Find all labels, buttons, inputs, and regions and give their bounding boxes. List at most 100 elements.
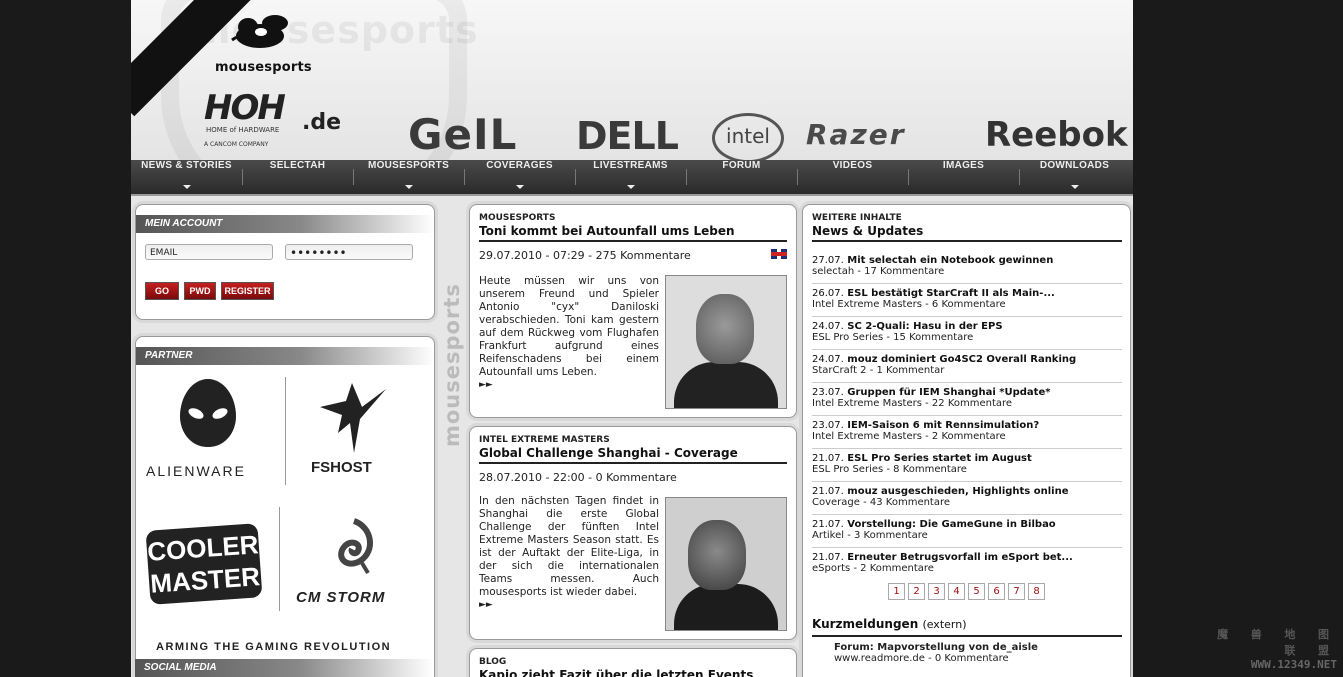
news-title[interactable]: Erneuter Betrugsvorfall im eSport bet... xyxy=(847,552,1073,563)
news-title[interactable]: IEM-Saison 6 mit Rennsimulation? xyxy=(847,420,1039,431)
page-button-5[interactable]: 5 xyxy=(968,583,985,600)
news-updates-box: WEITERE INHALTE News & Updates 27.07. Mi… xyxy=(802,204,1131,677)
kurz-item-title[interactable]: Forum: Mapvorstellung von de_aisle xyxy=(834,642,1038,653)
page-button-4[interactable]: 4 xyxy=(948,583,965,600)
page-button-1[interactable]: 1 xyxy=(888,583,905,600)
dropdown-arrow-icon xyxy=(404,185,413,189)
nav-videos[interactable]: VIDEOS xyxy=(797,160,908,194)
news-title[interactable]: ESL Pro Series startet im August xyxy=(847,453,1032,464)
nav-label: LIVESTREAMS xyxy=(593,160,668,171)
fshost-text: FSHOST xyxy=(311,459,372,476)
news-item[interactable]: 21.07. mouz ausgeschieden, Highlights on… xyxy=(812,482,1122,515)
news-date: 24.07. xyxy=(812,321,844,332)
nav-livestreams[interactable]: LIVESTREAMS xyxy=(575,160,686,194)
news-title[interactable]: mouz ausgeschieden, Highlights online xyxy=(847,486,1068,497)
article-category[interactable]: INTEL EXTREME MASTERS xyxy=(470,427,796,445)
article-category[interactable]: MOUSESPORTS xyxy=(470,205,796,223)
nav-label: COVERAGES xyxy=(486,160,553,171)
article-card: BLOG Kapio zieht Fazit über die letzten … xyxy=(469,648,797,677)
nav-label: NEWS & STORIES xyxy=(141,160,232,171)
sponsor-geil-logo[interactable]: GeIL xyxy=(408,110,517,159)
mousesports-logo-text: mousesports xyxy=(215,60,312,75)
nav-downloads[interactable]: DOWNLOADS xyxy=(1019,160,1130,194)
photo-person-body xyxy=(674,584,778,630)
article-photo[interactable] xyxy=(665,275,787,409)
news-divider xyxy=(812,240,1122,242)
nav-forum[interactable]: FORUM xyxy=(686,160,797,194)
nav-news-stories[interactable]: NEWS & STORIES xyxy=(131,160,242,194)
news-title[interactable]: mouz dominiert Go4SC2 Overall Ranking xyxy=(847,354,1076,365)
nav-coverages[interactable]: COVERAGES xyxy=(464,160,575,194)
news-date: 21.07. xyxy=(812,486,844,497)
dropdown-arrow-icon xyxy=(626,185,635,189)
page-button-8[interactable]: 8 xyxy=(1028,583,1045,600)
page-button-2[interactable]: 2 xyxy=(908,583,925,600)
news-item[interactable]: 24.07. mouz dominiert Go4SC2 Overall Ran… xyxy=(812,350,1122,383)
nav-images[interactable]: IMAGES xyxy=(908,160,1019,194)
password-input[interactable]: •••••••• xyxy=(285,244,413,260)
sponsor-dell-logo[interactable]: DELL xyxy=(576,114,679,158)
news-list: 27.07. Mit selectah ein Notebook gewinne… xyxy=(812,251,1122,581)
kurz-item[interactable]: Forum: Mapvorstellung von de_aisle www.r… xyxy=(834,642,1038,664)
news-item[interactable]: 21.07. Erneuter Betrugsvorfall im eSport… xyxy=(812,548,1122,581)
article-title[interactable]: Toni kommt bei Autounfall ums Leben xyxy=(470,223,796,240)
article-title[interactable]: Global Challenge Shanghai - Coverage xyxy=(470,445,796,462)
news-date: 21.07. xyxy=(812,552,844,563)
news-heading: News & Updates xyxy=(812,224,924,238)
sponsor-razer-logo[interactable]: Razer xyxy=(806,118,906,151)
sponsor-reebok-logo[interactable]: Reebok xyxy=(985,115,1128,155)
dropdown-arrow-icon xyxy=(515,185,524,189)
news-sub: ESL Pro Series - 8 Kommentare xyxy=(812,464,967,475)
news-sub: ESL Pro Series - 15 Kommentare xyxy=(812,332,974,343)
news-title[interactable]: ESL bestätigt StarCraft II als Main-... xyxy=(847,288,1055,299)
news-title[interactable]: Vorstellung: Die GameGune in Bilbao xyxy=(847,519,1055,530)
social-media-box: SOCIAL MEDIA xyxy=(135,659,433,677)
hoh-logo-text: HOH xyxy=(204,88,286,128)
news-item[interactable]: 23.07. Gruppen für IEM Shanghai *Update*… xyxy=(812,383,1122,416)
sponsor-intel-logo[interactable]: intel xyxy=(712,113,784,160)
article-title[interactable]: Kapio zieht Fazit über die letzten Event… xyxy=(470,667,796,677)
nav-selectah[interactable]: SELECTAH xyxy=(242,160,353,194)
news-date: 27.07. xyxy=(812,255,844,266)
pwd-button[interactable]: PWD xyxy=(184,282,216,300)
mousesports-logo[interactable]: mousesports xyxy=(215,14,335,76)
news-date: 24.07. xyxy=(812,354,844,365)
read-more-link[interactable]: ►► xyxy=(479,599,659,612)
news-item[interactable]: 27.07. Mit selectah ein Notebook gewinne… xyxy=(812,251,1122,284)
hoh-logo[interactable]: HOH .de HOME of HARDWARE A CANCOM COMPAN… xyxy=(204,88,344,154)
fshost-bird-icon xyxy=(320,383,386,453)
nav-label: VIDEOS xyxy=(832,160,873,171)
news-sub: Intel Extreme Masters - 2 Kommentare xyxy=(812,431,1006,442)
uk-flag-icon[interactable] xyxy=(771,249,787,259)
nav-mousesports[interactable]: MOUSESPORTS xyxy=(353,160,464,194)
news-title[interactable]: SC 2-Quali: Hasu in der EPS xyxy=(847,321,1002,332)
news-sub: Artikel - 3 Kommentare xyxy=(812,530,928,541)
news-item[interactable]: 26.07. ESL bestätigt StarCraft II als Ma… xyxy=(812,284,1122,317)
news-item[interactable]: 24.07. SC 2-Quali: Hasu in der EPS ESL Pr… xyxy=(812,317,1122,350)
main-navigation: NEWS & STORIES SELECTAH MOUSESPORTS COVE… xyxy=(131,160,1133,196)
news-date: 23.07. xyxy=(812,387,844,398)
article-photo[interactable] xyxy=(665,497,787,631)
page-wrapper: mousesports mousesports HOH .de HOME of … xyxy=(131,0,1133,677)
article-body: Heute müssen wir uns von unserem Freund … xyxy=(479,275,659,392)
register-button[interactable]: REGISTER xyxy=(221,282,274,300)
article-category[interactable]: BLOG xyxy=(470,649,796,667)
page-button-6[interactable]: 6 xyxy=(988,583,1005,600)
nav-label: FORUM xyxy=(722,160,761,171)
email-input[interactable]: EMAIL xyxy=(145,244,273,260)
news-item[interactable]: 23.07. IEM-Saison 6 mit Rennsimulation? I… xyxy=(812,416,1122,449)
news-title[interactable]: Gruppen für IEM Shanghai *Update* xyxy=(847,387,1050,398)
page-button-3[interactable]: 3 xyxy=(928,583,945,600)
watermark-url: WWW.12349.NET xyxy=(1250,658,1337,671)
read-more-link[interactable]: ►► xyxy=(479,379,659,392)
cmstorm-swirl-icon xyxy=(338,518,373,575)
go-button[interactable]: GO xyxy=(145,282,179,300)
page-button-7[interactable]: 7 xyxy=(1008,583,1025,600)
news-title[interactable]: Mit selectah ein Notebook gewinnen xyxy=(847,255,1053,266)
news-item[interactable]: 21.07. ESL Pro Series startet im August E… xyxy=(812,449,1122,482)
hoh-tagline: HOME of HARDWARE xyxy=(206,126,280,134)
news-date: 21.07. xyxy=(812,453,844,464)
news-item[interactable]: 21.07. Vorstellung: Die GameGune in Bilb… xyxy=(812,515,1122,548)
alienware-text: ALIENWARE xyxy=(146,463,246,479)
article-card: MOUSESPORTS Toni kommt bei Autounfall um… xyxy=(469,204,797,418)
